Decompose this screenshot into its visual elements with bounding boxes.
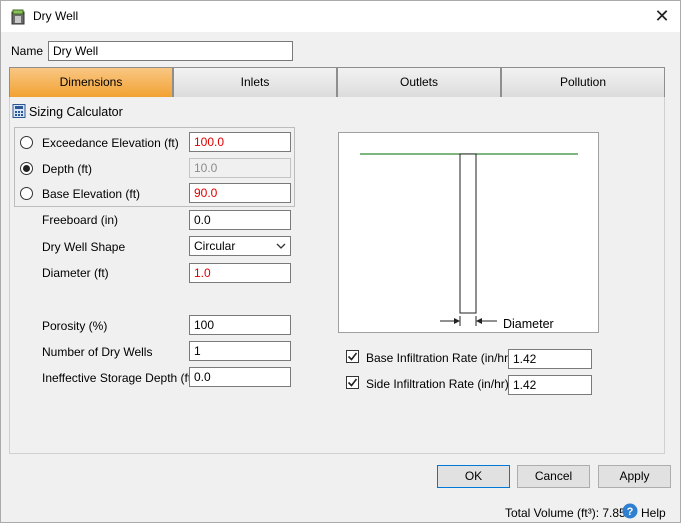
depth-radio[interactable] — [20, 162, 33, 175]
base-infiltration-checkbox[interactable] — [346, 350, 359, 363]
svg-text:?: ? — [627, 506, 634, 518]
checkmark-icon — [347, 378, 358, 387]
calculator-icon[interactable] — [12, 104, 26, 118]
freeboard-input[interactable]: 0.0 — [189, 210, 291, 230]
depth-input: 10.0 — [189, 158, 291, 178]
dry-well-cross-section — [360, 153, 578, 326]
sizing-calculator-label: Sizing Calculator — [29, 105, 123, 119]
shape-label: Dry Well Shape — [42, 240, 126, 254]
base-elevation-input[interactable]: 90.0 — [189, 183, 291, 203]
depth-label: Depth (ft) — [42, 162, 93, 176]
base-elevation-radio[interactable] — [20, 187, 33, 200]
dry-well-dialog: Dry Well ✕ Name Dry Well Dimensions Inle… — [0, 0, 681, 523]
tab-bar: Dimensions Inlets Outlets Pollution — [9, 67, 665, 98]
dimension-arrow-right — [476, 318, 482, 324]
porosity-label: Porosity (%) — [42, 319, 108, 333]
diameter-label: Diameter (ft) — [42, 266, 109, 280]
name-input[interactable]: Dry Well — [48, 41, 293, 61]
well-shaft — [459, 153, 477, 314]
dry-well-diagram: Diameter — [338, 132, 599, 333]
name-label: Name — [11, 44, 44, 58]
tab-inlets[interactable]: Inlets — [173, 67, 337, 98]
apply-button[interactable]: Apply — [598, 465, 671, 488]
tab-pollution[interactable]: Pollution — [501, 67, 665, 98]
total-volume-readout: Total Volume (ft³): 7.854 — [505, 506, 633, 520]
shape-select[interactable]: Circular — [189, 236, 291, 256]
ok-button[interactable]: OK — [437, 465, 510, 488]
title-bar: Dry Well ✕ — [1, 1, 680, 32]
exceedance-radio[interactable] — [20, 136, 33, 149]
cancel-button[interactable]: Cancel — [517, 465, 590, 488]
diameter-dimension-label: Diameter — [503, 317, 554, 331]
help-icon[interactable]: ? — [622, 503, 638, 519]
shape-selected-value: Circular — [194, 239, 236, 253]
base-infiltration-input[interactable]: 1.42 — [508, 349, 592, 369]
num-wells-input[interactable]: 1 — [189, 341, 291, 361]
ineffective-storage-label: Ineffective Storage Depth (ft) — [42, 371, 196, 385]
porosity-input[interactable]: 100 — [189, 315, 291, 335]
tab-dimensions[interactable]: Dimensions — [9, 67, 173, 98]
tab-outlets[interactable]: Outlets — [337, 67, 501, 98]
diameter-input[interactable]: 1.0 — [189, 263, 291, 283]
ineffective-storage-input[interactable]: 0.0 — [189, 367, 291, 387]
freeboard-label: Freeboard (in) — [42, 213, 119, 227]
side-infiltration-checkbox[interactable] — [346, 376, 359, 389]
num-wells-label: Number of Dry Wells — [42, 345, 153, 359]
checkmark-icon — [347, 352, 358, 361]
dry-well-app-icon — [11, 9, 25, 25]
window-title: Dry Well — [33, 9, 79, 23]
chevron-down-icon — [276, 243, 286, 249]
exceedance-label: Exceedance Elevation (ft) — [42, 136, 179, 150]
dimension-arrow-left — [454, 318, 460, 324]
close-icon: ✕ — [654, 6, 670, 26]
help-link[interactable]: Help — [641, 506, 666, 520]
exceedance-input[interactable]: 100.0 — [189, 132, 291, 152]
base-elevation-label: Base Elevation (ft) — [42, 187, 141, 201]
base-infiltration-label: Base Infiltration Rate (in/hr) — [366, 351, 513, 365]
side-infiltration-input[interactable]: 1.42 — [508, 375, 592, 395]
close-button[interactable]: ✕ — [650, 5, 674, 27]
side-infiltration-label: Side Infiltration Rate (in/hr) — [366, 377, 509, 391]
